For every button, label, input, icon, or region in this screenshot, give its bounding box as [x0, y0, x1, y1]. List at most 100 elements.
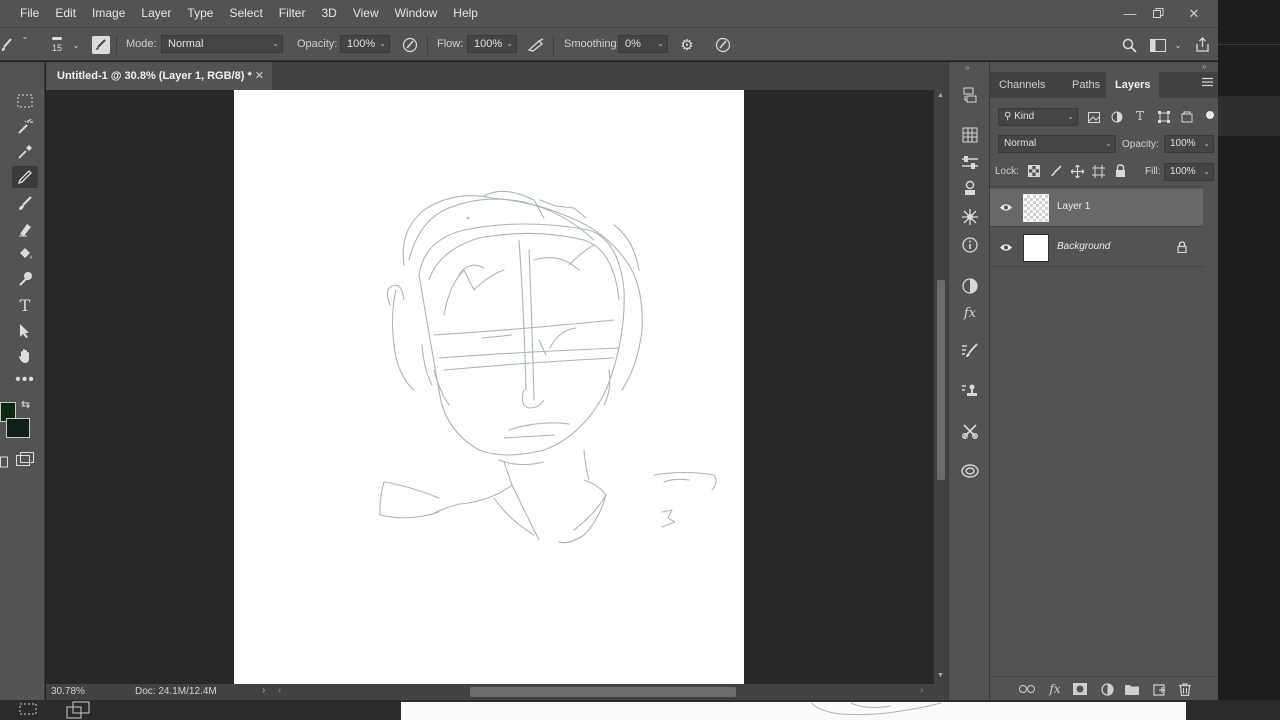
tab-layers[interactable]: Layers	[1106, 72, 1160, 98]
collapse-panel-icon[interactable]: »	[1202, 62, 1206, 71]
brush-settings-icon[interactable]	[959, 340, 981, 362]
menu-image[interactable]: Image	[84, 0, 133, 27]
navigator-icon[interactable]	[959, 206, 981, 228]
menu-file[interactable]: File	[0, 0, 47, 27]
filter-smart-object-icon[interactable]	[1180, 110, 1194, 124]
flow-field[interactable]: 100% ⌄	[467, 35, 517, 53]
eraser-tool-icon[interactable]	[12, 218, 38, 240]
filter-type-icon[interactable]: T	[1133, 109, 1147, 123]
document-tab[interactable]: Untitled-1 @ 30.8% (Layer 1, RGB/8) * ✕	[46, 62, 272, 90]
marquee-tool-icon[interactable]	[18, 702, 40, 718]
screen-mode-icon[interactable]	[16, 452, 36, 468]
menu-window[interactable]: Window	[387, 0, 446, 27]
brush-size-picker[interactable]: 15	[46, 34, 68, 56]
menu-help[interactable]: Help	[445, 0, 486, 27]
close-icon[interactable]: ✕	[1178, 0, 1210, 27]
eye-icon[interactable]	[999, 241, 1013, 255]
blend-mode-dropdown[interactable]: Normal ⌄	[998, 135, 1116, 153]
collapse-dock-icon[interactable]: »	[965, 63, 969, 72]
scroll-right-icon[interactable]: ›	[920, 685, 923, 696]
pressure-size-icon[interactable]	[713, 36, 733, 54]
lock-transparent-icon[interactable]	[1027, 164, 1041, 178]
tab-paths[interactable]: Paths	[1063, 72, 1109, 98]
layer-opacity-field[interactable]: 100% ⌄	[1164, 135, 1214, 153]
vertical-scrollbar[interactable]	[934, 90, 948, 684]
brush-preset-icon[interactable]	[0, 37, 14, 53]
clone-source-icon[interactable]	[959, 380, 981, 402]
chevron-down-icon[interactable]: ⌄	[18, 32, 32, 41]
type-tool-icon[interactable]: T	[12, 294, 38, 316]
delete-layer-icon[interactable]	[1176, 680, 1194, 698]
pressure-opacity-icon[interactable]	[400, 36, 420, 54]
menu-type[interactable]: Type	[179, 0, 221, 27]
panel-menu-icon[interactable]	[1202, 77, 1214, 91]
vertical-scroll-thumb[interactable]	[937, 280, 945, 480]
filter-shape-icon[interactable]	[1157, 110, 1171, 124]
smoothing-field[interactable]: 0% ⌄	[618, 35, 668, 53]
libraries-icon[interactable]	[959, 177, 981, 199]
menu-layer[interactable]: Layer	[133, 0, 179, 27]
menu-select[interactable]: Select	[221, 0, 270, 27]
zoom-level[interactable]: 30.78%	[51, 686, 85, 697]
chevron-down-icon[interactable]: ⌄	[1172, 40, 1184, 50]
share-icon[interactable]	[1193, 35, 1211, 53]
history-icon[interactable]	[959, 84, 981, 106]
eye-icon[interactable]	[999, 201, 1013, 215]
add-style-fx-icon[interactable]: fx	[1046, 680, 1064, 698]
brush-panel-toggle-icon[interactable]	[92, 36, 110, 54]
adjustment-layer-icon[interactable]	[1098, 680, 1116, 698]
lock-pixels-icon[interactable]	[1049, 164, 1063, 178]
mode-dropdown[interactable]: Normal ⌄	[161, 35, 283, 53]
layer-row-layer-1[interactable]: Layer 1	[990, 189, 1203, 227]
scroll-left-icon[interactable]: ‹	[278, 685, 281, 696]
tab-channels[interactable]: Channels	[990, 72, 1054, 98]
swatches-icon[interactable]	[959, 124, 981, 146]
smudge-tool-icon[interactable]	[12, 268, 38, 290]
styles-fx-icon[interactable]: fx	[959, 302, 981, 324]
more-tools-icon[interactable]: •••	[12, 369, 38, 391]
swap-colors-icon[interactable]: ⇆	[21, 398, 35, 412]
new-group-folder-icon[interactable]	[1123, 680, 1141, 698]
opacity-field[interactable]: 100% ⌄	[340, 35, 390, 53]
fill-field[interactable]: 100% ⌄	[1164, 163, 1214, 181]
search-icon[interactable]	[1120, 36, 1138, 54]
info-icon[interactable]	[959, 234, 981, 256]
lock-all-icon[interactable]	[1113, 163, 1127, 178]
new-layer-icon[interactable]	[1150, 680, 1168, 698]
gear-icon[interactable]: ⚙	[678, 36, 696, 54]
pencil-tool-icon[interactable]	[12, 166, 38, 188]
marquee-tool-icon[interactable]	[12, 90, 38, 112]
close-tab-icon[interactable]: ✕	[255, 62, 264, 90]
document-canvas[interactable]	[234, 90, 744, 684]
horizontal-scroll-thumb[interactable]	[470, 687, 736, 697]
path-selection-tool-icon[interactable]	[12, 320, 38, 342]
workspace-icon[interactable]	[1149, 36, 1167, 54]
eyedropper-tool-icon[interactable]	[12, 141, 38, 163]
scroll-down-icon[interactable]: ▼	[937, 672, 947, 680]
menu-view[interactable]: View	[345, 0, 387, 27]
restore-icon[interactable]	[1142, 0, 1174, 27]
layer-row-background[interactable]: Background	[990, 229, 1203, 267]
tool-presets-icon[interactable]	[959, 420, 981, 442]
filter-pixel-icon[interactable]	[1087, 110, 1101, 124]
creative-cloud-icon[interactable]	[959, 460, 981, 482]
status-menu-arrow[interactable]: ›	[262, 685, 265, 696]
screen-mode-icon[interactable]	[66, 701, 90, 719]
scroll-up-icon[interactable]: ▲	[937, 92, 947, 100]
link-layers-icon[interactable]	[1018, 680, 1036, 698]
add-mask-icon[interactable]	[1071, 680, 1089, 698]
menu-edit[interactable]: Edit	[47, 0, 84, 27]
airbrush-icon[interactable]	[525, 36, 547, 54]
color-icon[interactable]	[959, 275, 981, 297]
filter-adjustment-icon[interactable]	[1110, 110, 1124, 124]
adjustments-icon[interactable]	[959, 152, 981, 174]
menu-3d[interactable]: 3D	[313, 0, 344, 27]
chevron-down-icon[interactable]: ⌄	[70, 40, 82, 50]
background-color-swatch[interactable]	[6, 418, 30, 438]
lock-position-icon[interactable]	[1070, 164, 1084, 178]
paint-bucket-tool-icon[interactable]	[12, 243, 38, 265]
menu-filter[interactable]: Filter	[271, 0, 314, 27]
hand-tool-icon[interactable]	[12, 345, 38, 367]
quick-mask-icon[interactable]	[0, 456, 8, 468]
magic-wand-tool-icon[interactable]	[12, 116, 38, 138]
